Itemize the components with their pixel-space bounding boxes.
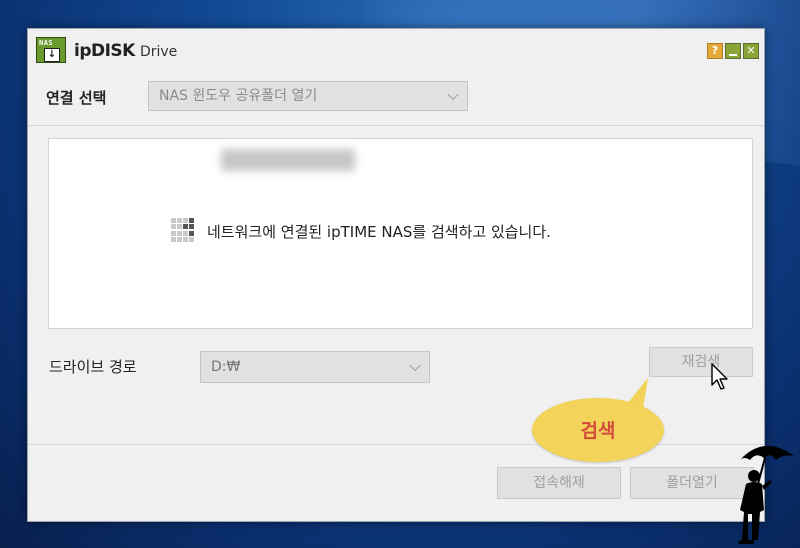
blurred-region (221, 149, 355, 171)
chevron-down-icon (447, 88, 459, 101)
connection-select-value: NAS 윈도우 공유폴더 열기 (159, 88, 318, 104)
nas-logo-icon: NAS ↓ (36, 37, 66, 63)
speech-bubble-text: 검색 (580, 420, 616, 442)
minimize-button[interactable] (725, 43, 741, 59)
help-button[interactable]: ? (707, 43, 723, 59)
download-arrow-icon: ↓ (44, 48, 60, 62)
title-bar[interactable]: NAS ↓ ipDISK Drive ? ✕ (28, 29, 764, 69)
umbrella-person-silhouette-icon (738, 445, 794, 544)
window-controls: ? ✕ (707, 43, 759, 59)
disconnect-button[interactable]: 접속해제 (497, 467, 621, 499)
connection-select-dropdown[interactable]: NAS 윈도우 공유폴더 열기 (148, 81, 468, 111)
connection-select-label: 연결 선택 (46, 89, 107, 107)
drive-path-dropdown[interactable]: D:₩ (200, 351, 430, 383)
mouse-pointer-icon (711, 363, 728, 390)
research-button[interactable]: 재검색 (649, 347, 753, 377)
title-brand: ipDISK (74, 41, 135, 61)
search-status-message: 네트워크에 연결된 ipTIME NAS를 검색하고 있습니다. (207, 223, 551, 241)
title-suffix: Drive (139, 44, 178, 60)
close-button[interactable]: ✕ (743, 43, 759, 59)
drive-path-label: 드라이브 경로 (49, 358, 137, 376)
ipdisk-drive-window: NAS ↓ ipDISK Drive ? ✕ 연결 선택 NAS 윈도우 공유폴… (27, 28, 765, 522)
logo-tag: NAS (39, 39, 54, 47)
minimize-icon (729, 54, 737, 56)
divider (28, 125, 764, 126)
chevron-down-icon (409, 359, 421, 372)
loading-spinner-icon (171, 218, 195, 242)
nas-search-panel: 네트워크에 연결된 ipTIME NAS를 검색하고 있습니다. (48, 138, 753, 329)
drive-path-value: D:₩ (211, 359, 241, 375)
window-title: ipDISK Drive (74, 41, 177, 61)
